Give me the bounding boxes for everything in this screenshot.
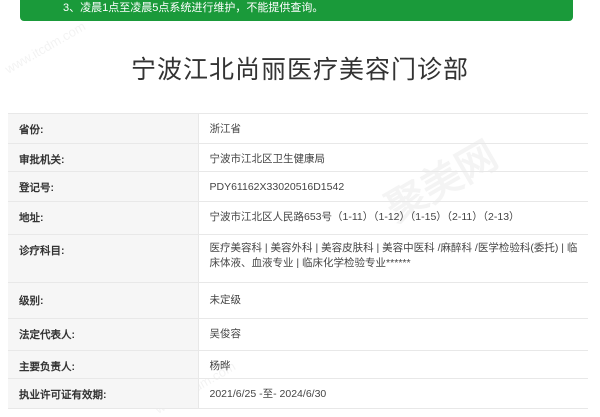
info-row-address: 地址: 宁波市江北区人民路653号（1-11）（1-12）（1-15）（2-11… bbox=[8, 201, 588, 235]
page-title: 宁波江北尚丽医疗美容门诊部 bbox=[130, 56, 469, 84]
info-row-registration-number: 登记号: PDY61162X33020516D1542 bbox=[8, 171, 588, 202]
info-value: PDY61162X33020516D1542 bbox=[209, 181, 345, 193]
info-row-province: 省份: 浙江省 bbox=[8, 113, 588, 144]
info-row-principal: 主要负责人: 杨晔 bbox=[8, 350, 588, 379]
maintenance-notice: 3、凌晨1点至凌晨5点系统进行维护，不能提供查询。 bbox=[20, 0, 573, 21]
info-value: 2021/6/25 -至- 2024/6/30 bbox=[209, 388, 327, 400]
info-value: 医疗美容科 | 美容外科 | 美容皮肤科 | 美容中医科 /麻醉科 /医学检验科… bbox=[209, 242, 578, 269]
info-label: 诊疗科目: bbox=[8, 234, 199, 283]
info-label: 级别: bbox=[8, 282, 199, 319]
info-value: 宁波市江北区人民路653号（1-11）（1-12）（1-15）（2-11）（2-… bbox=[209, 211, 520, 223]
info-label: 审批机关: bbox=[8, 143, 199, 172]
info-row-approval-authority: 审批机关: 宁波市江北区卫生健康局 bbox=[8, 143, 588, 172]
info-value: 宁波市江北区卫生健康局 bbox=[209, 153, 326, 165]
info-row-departments: 诊疗科目: 医疗美容科 | 美容外科 | 美容皮肤科 | 美容中医科 /麻醉科 … bbox=[8, 234, 588, 283]
info-label: 主要负责人: bbox=[8, 350, 199, 379]
info-label: 省份: bbox=[8, 113, 199, 144]
info-value: 浙江省 bbox=[209, 123, 242, 135]
info-row-legal-representative: 法定代表人: 吴俊容 bbox=[8, 318, 588, 351]
info-label: 执业许可证有效期: bbox=[8, 378, 199, 409]
info-row-license-validity: 执业许可证有效期: 2021/6/25 -至- 2024/6/30 bbox=[8, 378, 588, 409]
info-label: 登记号: bbox=[8, 171, 199, 202]
info-value: 吴俊容 bbox=[209, 328, 242, 340]
clinic-info-table: 省份: 浙江省 审批机关: 宁波市江北区卫生健康局 登记号: PDY61162X… bbox=[8, 113, 588, 409]
info-label: 地址: bbox=[8, 201, 199, 235]
info-value: 杨晔 bbox=[209, 360, 231, 372]
info-row-level: 级别: 未定级 bbox=[8, 282, 588, 319]
info-value: 未定级 bbox=[209, 294, 242, 306]
info-label: 法定代表人: bbox=[8, 318, 199, 351]
